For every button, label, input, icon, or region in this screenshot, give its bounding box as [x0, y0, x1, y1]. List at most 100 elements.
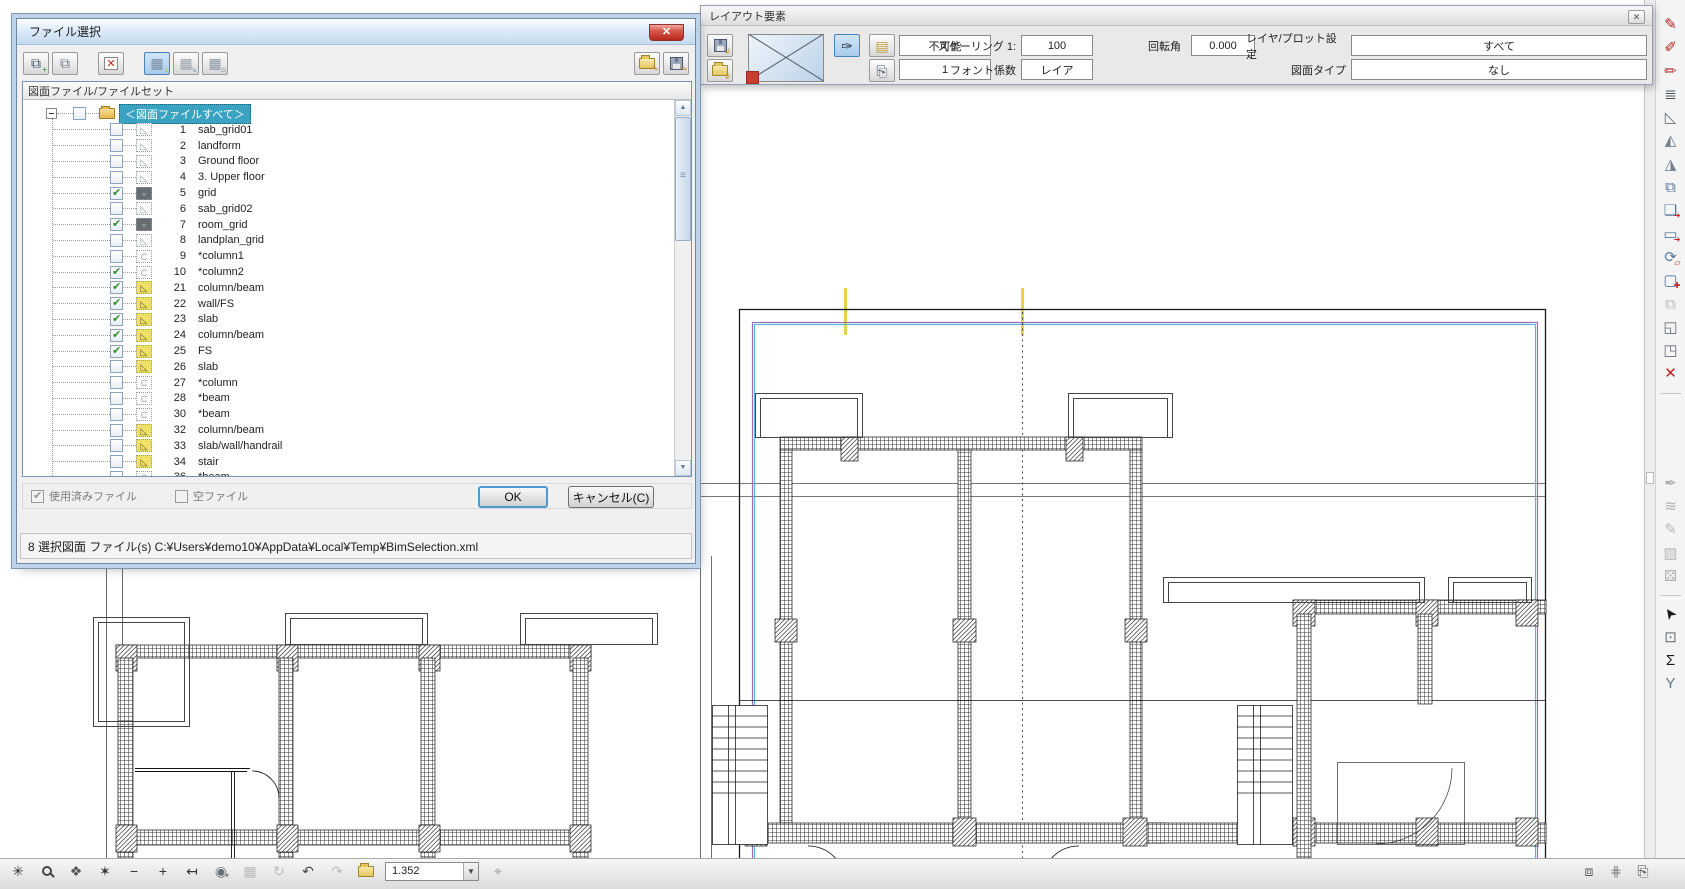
tree-row[interactable]: ◺2landform [23, 138, 674, 154]
tree-row[interactable]: ◺3Ground floor [23, 154, 674, 170]
row-checkbox[interactable] [110, 471, 123, 476]
file-name[interactable]: FS [198, 345, 212, 357]
building-home-icon[interactable]: ▦⌂ [202, 52, 228, 75]
deselect-all-icon[interactable]: ✕ [98, 52, 124, 75]
save-file-set-icon[interactable]: ↷ [663, 52, 689, 75]
folder-list-icon[interactable]: ▤ [869, 34, 895, 57]
move-element-icon[interactable]: ❏➜ [1659, 200, 1683, 221]
scaling-field[interactable]: 100 [1021, 35, 1093, 56]
zoom-region-icon[interactable] [37, 861, 57, 881]
canvas-vertical-scrollbar[interactable] [1644, 0, 1655, 858]
tree-row[interactable]: C36*beam [23, 470, 674, 476]
insert-element-icon[interactable]: ▢✚ [1659, 270, 1683, 291]
redo-icon[interactable]: ↷ [327, 861, 347, 881]
panel-close-icon[interactable]: ✕ [1628, 10, 1645, 24]
close-icon[interactable]: ✕ [649, 24, 684, 41]
tree-row[interactable]: ◺34stair [23, 454, 674, 470]
row-checkbox[interactable] [110, 266, 123, 279]
tree-row[interactable]: ◺33slab/wall/handrail [23, 438, 674, 454]
open-file-set-icon[interactable]: ↷ [634, 52, 660, 75]
row-checkbox[interactable] [110, 123, 123, 136]
file-name[interactable]: sab_grid02 [198, 203, 252, 215]
scale-icon[interactable]: ◳ [1659, 340, 1683, 361]
row-checkbox[interactable] [110, 297, 123, 310]
row-checkbox[interactable] [110, 202, 123, 215]
row-checkbox[interactable] [110, 439, 123, 452]
undo-icon[interactable]: ↶ [298, 861, 318, 881]
file-name[interactable]: *beam [198, 392, 230, 404]
document-pair-icon[interactable]: ⧉ [52, 52, 78, 75]
freehand-pen-icon[interactable]: ✎ [1659, 519, 1683, 540]
select-region-icon[interactable]: ⊡ [1659, 627, 1683, 648]
row-checkbox[interactable] [110, 171, 123, 184]
render-icon[interactable]: ◉▾ [211, 861, 231, 881]
file-name[interactable]: *column2 [198, 266, 244, 278]
building-structure-icon[interactable]: ▦↓ [144, 52, 170, 75]
file-name[interactable]: stair [198, 456, 219, 468]
building-group-icon[interactable]: ▦↘ [173, 52, 199, 75]
font-factor-field[interactable]: レイア [1021, 59, 1093, 80]
tree-row[interactable]: ▫7room_grid [23, 217, 674, 233]
pen-segment-icon[interactable]: ✏ [1659, 61, 1683, 82]
row-checkbox[interactable] [110, 187, 123, 200]
file-name[interactable]: *column1 [198, 250, 244, 262]
file-name[interactable]: column/beam [198, 329, 264, 341]
ok-button[interactable]: OK [478, 486, 548, 508]
row-checkbox[interactable] [110, 360, 123, 373]
file-name[interactable]: *column [198, 377, 238, 389]
row-checkbox[interactable] [110, 376, 123, 389]
tree-row[interactable]: ◺24column/beam [23, 327, 674, 343]
file-name[interactable]: Ground floor [198, 155, 259, 167]
drawing-type-field[interactable]: なし [1351, 59, 1647, 80]
tree-row[interactable]: C28*beam [23, 391, 674, 407]
scroll-up-icon[interactable]: ▲ [675, 100, 691, 116]
duplicate-icon[interactable]: ⧉ [1659, 177, 1683, 198]
file-tree[interactable]: ＜図面ファイルすべて＞ ◺1sab_grid01◺2landform◺3Grou… [23, 100, 674, 476]
row-checkbox[interactable] [110, 281, 123, 294]
orbit-icon[interactable]: ↻ [269, 861, 289, 881]
tree-row[interactable]: ◺26slab [23, 359, 674, 375]
file-name[interactable]: sab_grid01 [198, 124, 252, 136]
row-checkbox[interactable] [110, 345, 123, 358]
scroll-down-icon[interactable]: ▼ [675, 460, 691, 476]
tree-row[interactable]: ◺32column/beam [23, 422, 674, 438]
match-properties-icon[interactable]: ≋ [1659, 496, 1683, 517]
row-checkbox[interactable] [110, 329, 123, 342]
parallel-lines-icon[interactable]: ≣ [1659, 84, 1683, 105]
hatch-pen-icon[interactable]: ▨ [1659, 543, 1683, 564]
file-name[interactable]: 3. Upper floor [198, 171, 265, 183]
shadow-box-icon[interactable]: ⧈ [1579, 861, 1599, 881]
collapse-icon[interactable] [46, 108, 57, 119]
cascade-icon[interactable]: ⧉ [1659, 294, 1683, 315]
pen-icon[interactable]: ✎ [1659, 14, 1683, 35]
pick-element-icon[interactable]: ✑ [834, 34, 860, 57]
row-checkbox[interactable] [110, 392, 123, 405]
tree-row[interactable]: ◺6sab_grid02 [23, 201, 674, 217]
file-name[interactable]: slab [198, 313, 218, 325]
tree-row[interactable]: ▫5grid [23, 185, 674, 201]
tree-row[interactable]: ◺25FS [23, 343, 674, 359]
copy-element-icon[interactable]: ▭➜ [1659, 224, 1683, 245]
file-name[interactable]: wall/FS [198, 298, 234, 310]
mirror-icon[interactable]: ◭ [1659, 130, 1683, 151]
file-name[interactable]: column/beam [198, 424, 264, 436]
zoom-scale-combo[interactable]: 1.352 ▼ [385, 862, 479, 881]
tree-row[interactable]: ◺21column/beam [23, 280, 674, 296]
select-arrow-icon[interactable]: ➤ [1659, 603, 1683, 624]
eyedropper-icon[interactable]: ✒ [1659, 473, 1683, 494]
file-name[interactable]: slab [198, 361, 218, 373]
file-name[interactable]: column/beam [198, 282, 264, 294]
mirror-copy-icon[interactable]: ◮ [1659, 154, 1683, 175]
filter-icon[interactable]: Y [1659, 673, 1683, 694]
row-checkbox[interactable] [110, 234, 123, 247]
file-name[interactable]: slab/wall/handrail [198, 440, 282, 452]
row-checkbox[interactable] [110, 139, 123, 152]
file-name[interactable]: grid [198, 187, 216, 199]
scrollbar-thumb[interactable] [675, 117, 691, 241]
row-checkbox[interactable] [110, 408, 123, 421]
file-name[interactable]: *beam [198, 471, 230, 476]
file-name[interactable]: landplan_grid [198, 234, 264, 246]
setsquare-pen-icon[interactable]: ◺ [1659, 107, 1683, 128]
rotate-element-icon[interactable]: ⟳▱ [1659, 247, 1683, 268]
zoom-out-icon[interactable]: − [124, 861, 144, 881]
